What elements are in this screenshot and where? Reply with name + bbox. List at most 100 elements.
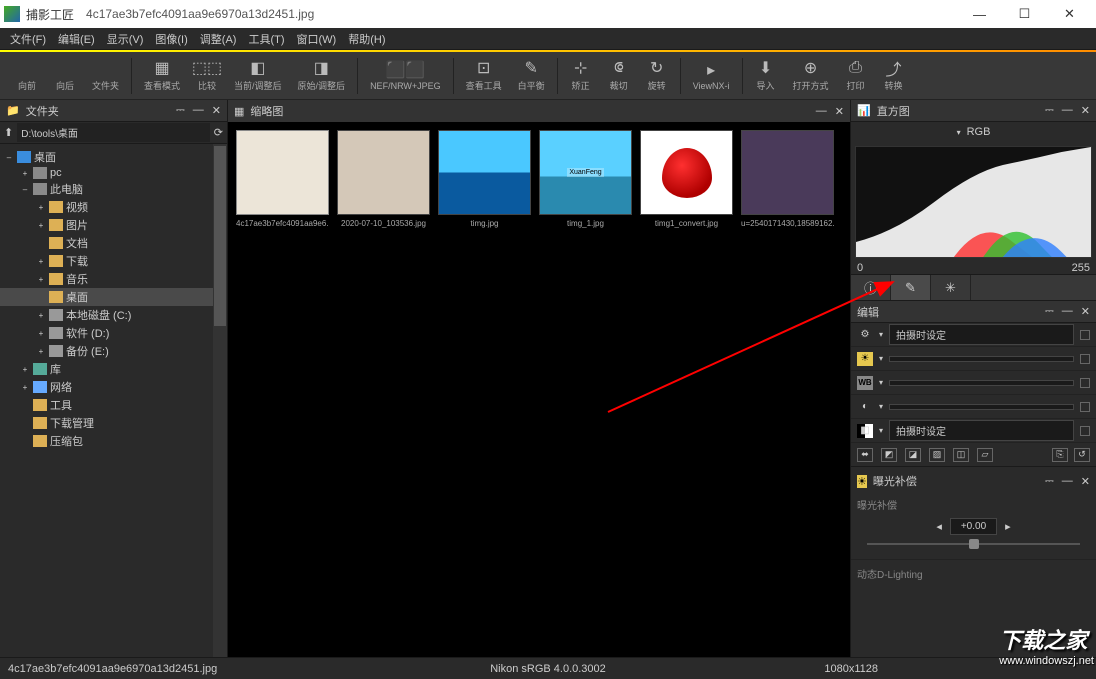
menu-item[interactable]: 文件(F) <box>4 29 52 49</box>
tree-toggle-icon[interactable]: – <box>4 153 14 162</box>
panel-close-icon[interactable]: ✕ <box>1081 104 1090 117</box>
panel-menu-icon[interactable]: ⎓ <box>1045 475 1054 488</box>
tree-toggle-icon[interactable]: + <box>36 257 46 266</box>
tree-item[interactable]: +图片 <box>0 216 227 234</box>
tree-item[interactable]: 工具 <box>0 396 227 414</box>
tree-item[interactable]: 文档 <box>0 234 227 252</box>
copy-adj-icon[interactable]: ⎘ <box>1052 448 1068 462</box>
edit-row-checkbox[interactable] <box>1080 426 1090 436</box>
toolbar-button[interactable]: ⬚⬚比较 <box>188 57 226 94</box>
tree-toggle-icon[interactable]: – <box>20 185 30 194</box>
tree-toggle-icon[interactable]: + <box>20 169 30 178</box>
thumbnail-item[interactable]: 4c17ae3b7efc4091aa9e6... <box>236 130 329 228</box>
chevron-down-icon[interactable]: ▾ <box>879 426 883 435</box>
tree-item[interactable]: –桌面 <box>0 148 227 166</box>
tree-item[interactable]: +网络 <box>0 378 227 396</box>
tree-toggle-icon[interactable]: + <box>20 365 30 374</box>
thumbnail-item[interactable]: u=2540171430,18589162... <box>741 130 834 228</box>
adj-icon-1[interactable]: ⬌ <box>857 448 873 462</box>
tree-item[interactable]: +软件 (D:) <box>0 324 227 342</box>
path-text[interactable]: D:\tools\桌面 <box>17 123 210 142</box>
chevron-down-icon[interactable]: ▾ <box>879 354 883 363</box>
edit-row-select[interactable]: 拍摄时设定 <box>889 324 1074 345</box>
toolbar-button[interactable]: ⟃裁切 <box>600 57 638 94</box>
panel-close-icon[interactable]: ✕ <box>1081 305 1090 318</box>
adj-icon-4[interactable]: ▨ <box>929 448 945 462</box>
edit-row-checkbox[interactable] <box>1080 402 1090 412</box>
edit-row-checkbox[interactable] <box>1080 354 1090 364</box>
close-button[interactable]: ✕ <box>1047 0 1092 28</box>
toolbar-button[interactable]: ⊕打开方式 <box>785 57 837 94</box>
exposure-slider[interactable] <box>867 539 1080 549</box>
tree-item[interactable]: +音乐 <box>0 270 227 288</box>
panel-close-icon[interactable]: ✕ <box>835 105 844 118</box>
toolbar-button[interactable]: ↻旋转 <box>638 57 676 94</box>
tree-item[interactable]: +pc <box>0 166 227 180</box>
exposure-value[interactable]: +0.00 <box>950 518 997 535</box>
adj-icon-6[interactable]: ▱ <box>977 448 993 462</box>
thumbnail-grid[interactable]: 4c17ae3b7efc4091aa9e6...2020-07-10_10353… <box>228 122 850 657</box>
edit-row-checkbox[interactable] <box>1080 330 1090 340</box>
toolbar-button[interactable]: ▦查看模式 <box>136 57 188 94</box>
toolbar-button[interactable]: ⬇导入 <box>747 57 785 94</box>
menu-item[interactable]: 图像(I) <box>149 29 193 49</box>
toolbar-button[interactable]: 向后 <box>46 57 84 94</box>
toolbar-button[interactable]: ✎白平衡 <box>510 57 553 94</box>
toolbar-button[interactable]: ⎙打印 <box>837 57 875 94</box>
menu-item[interactable]: 工具(T) <box>242 29 290 49</box>
menu-item[interactable]: 显示(V) <box>101 29 150 49</box>
folder-tree[interactable]: –桌面+pc–此电脑+视频+图片文档+下载+音乐桌面+本地磁盘 (C:)+软件 … <box>0 144 227 657</box>
menu-item[interactable]: 窗口(W) <box>291 29 343 49</box>
channel-selector[interactable]: ▾RGB <box>851 122 1096 142</box>
thumbnail-item[interactable]: timg.jpg <box>438 130 531 228</box>
toolbar-button[interactable]: 向前 <box>8 57 46 94</box>
tree-toggle-icon[interactable]: + <box>36 275 46 284</box>
panel-collapse-icon[interactable]: — <box>816 105 827 118</box>
tree-item[interactable]: +下载 <box>0 252 227 270</box>
tab-info[interactable]: ⓘ <box>851 275 891 300</box>
path-up-icon[interactable]: ⬆ <box>4 126 13 139</box>
tree-item[interactable]: +备份 (E:) <box>0 342 227 360</box>
thumbnail-item[interactable]: 2020-07-10_103536.jpg <box>337 130 430 228</box>
edit-row-select[interactable]: 拍摄时设定 <box>889 420 1074 441</box>
tree-toggle-icon[interactable]: + <box>36 203 46 212</box>
panel-close-icon[interactable]: ✕ <box>1081 475 1090 488</box>
tree-item[interactable]: +本地磁盘 (C:) <box>0 306 227 324</box>
panel-menu-icon[interactable]: ⎓ <box>176 104 185 117</box>
tree-scrollbar[interactable] <box>213 144 227 657</box>
tree-item[interactable]: –此电脑 <box>0 180 227 198</box>
tree-item[interactable]: 下载管理 <box>0 414 227 432</box>
value-decrease-icon[interactable]: ◂ <box>936 520 942 533</box>
toolbar-button[interactable]: ⊹矫正 <box>562 57 600 94</box>
chevron-down-icon[interactable]: ▾ <box>879 378 883 387</box>
edit-row-select[interactable] <box>889 380 1074 386</box>
adj-icon-5[interactable]: ◫ <box>953 448 969 462</box>
menu-item[interactable]: 调整(A) <box>194 29 243 49</box>
tree-item[interactable]: +视频 <box>0 198 227 216</box>
tree-toggle-icon[interactable]: + <box>36 329 46 338</box>
toolbar-button[interactable]: ⊡查看工具 <box>458 57 510 94</box>
toolbar-button[interactable]: ▸ViewNX-i <box>685 59 738 93</box>
edit-row-select[interactable] <box>889 356 1074 362</box>
tab-edit[interactable]: ✎ <box>891 275 931 300</box>
tree-item[interactable]: 桌面 <box>0 288 227 306</box>
panel-collapse-icon[interactable]: — <box>1062 305 1073 318</box>
tree-toggle-icon[interactable]: + <box>20 383 30 392</box>
panel-collapse-icon[interactable]: — <box>1062 475 1073 488</box>
tree-toggle-icon[interactable]: + <box>36 221 46 230</box>
tree-item[interactable]: 压缩包 <box>0 432 227 450</box>
tree-toggle-icon[interactable]: + <box>36 347 46 356</box>
value-increase-icon[interactable]: ▸ <box>1005 520 1011 533</box>
tree-item[interactable]: +库 <box>0 360 227 378</box>
chevron-down-icon[interactable]: ▾ <box>879 402 883 411</box>
chevron-down-icon[interactable]: ▾ <box>879 330 883 339</box>
panel-menu-icon[interactable]: ⎓ <box>1045 104 1054 117</box>
toolbar-button[interactable]: ◧当前/调整后 <box>226 57 290 94</box>
edit-row-select[interactable] <box>889 404 1074 410</box>
reset-adj-icon[interactable]: ↺ <box>1074 448 1090 462</box>
maximize-button[interactable]: ☐ <box>1002 0 1047 28</box>
toolbar-button[interactable]: ⤴转换 <box>875 57 913 94</box>
panel-menu-icon[interactable]: ⎓ <box>1045 305 1054 318</box>
minimize-button[interactable]: — <box>957 0 1002 28</box>
panel-close-icon[interactable]: ✕ <box>212 104 221 117</box>
